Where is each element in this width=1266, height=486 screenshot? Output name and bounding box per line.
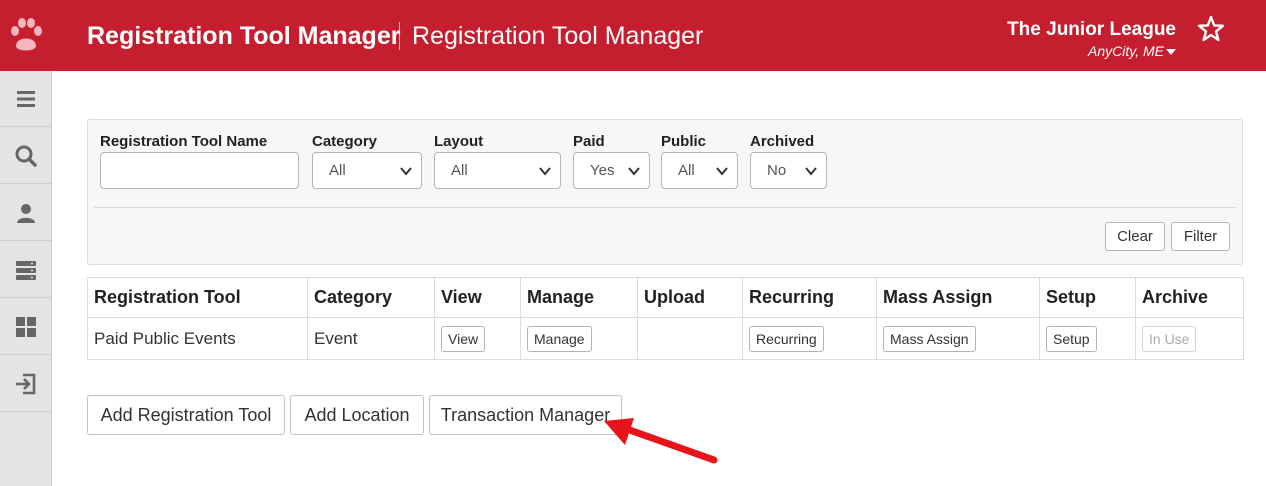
view-button[interactable]: View — [441, 325, 486, 352]
public-label: Public — [661, 133, 707, 150]
filter-button[interactable]: Filter — [1171, 222, 1230, 251]
registration-tool-name-label: Registration Tool Name — [100, 133, 268, 150]
logout-icon — [16, 373, 36, 394]
archive-cell: In Use — [1135, 317, 1244, 360]
hamburger-icon — [17, 90, 35, 107]
chevron-down-icon — [400, 167, 412, 176]
filter-divider — [94, 207, 1236, 208]
category-select-value: All — [329, 162, 346, 179]
column-header: Recurring — [742, 277, 877, 318]
sidebar-item-menu[interactable] — [0, 71, 52, 127]
public-select[interactable]: All — [661, 152, 738, 189]
category-cell: Event — [307, 317, 435, 360]
view-cell: View — [434, 317, 521, 360]
mass-assign-cell: Mass Assign — [876, 317, 1040, 360]
caret-down-icon — [1166, 49, 1176, 56]
upload-cell — [637, 317, 743, 360]
column-header: Manage — [520, 277, 638, 318]
chevron-down-icon — [628, 167, 640, 176]
column-header: Setup — [1039, 277, 1136, 318]
registration-tool-name-input[interactable] — [100, 152, 299, 189]
add-location-button[interactable]: Add Location — [290, 395, 424, 435]
category-label: Category — [312, 133, 378, 150]
archived-select-value: No — [767, 162, 787, 179]
setup-cell: Setup — [1039, 317, 1136, 360]
grid-icon — [16, 316, 36, 337]
star-icon[interactable] — [1197, 15, 1225, 43]
user-icon — [17, 203, 35, 223]
clear-button[interactable]: Clear — [1105, 222, 1165, 251]
column-header: Registration Tool — [87, 277, 308, 318]
sidebar — [0, 71, 52, 486]
sidebar-item-server[interactable] — [0, 242, 52, 298]
table-header-row: Registration Tool Category View Manage U… — [87, 277, 1244, 318]
manage-cell: Manage — [520, 317, 638, 360]
organization-city-dropdown[interactable]: AnyCity, ME — [1088, 43, 1176, 59]
setup-button[interactable]: Setup — [1046, 325, 1097, 352]
add-registration-tool-button[interactable]: Add Registration Tool — [87, 395, 285, 435]
registration-tools-table: Registration Tool Category View Manage U… — [87, 277, 1244, 360]
sidebar-item-logout[interactable] — [0, 356, 52, 412]
public-select-value: All — [678, 162, 695, 179]
recurring-cell: Recurring — [742, 317, 877, 360]
layout-select[interactable]: All — [434, 152, 561, 189]
chevron-down-icon — [805, 167, 817, 176]
manage-button[interactable]: Manage — [527, 325, 592, 352]
page-subtitle: Registration Tool Manager — [412, 22, 704, 50]
column-header: View — [434, 277, 521, 318]
column-header: Archive — [1135, 277, 1244, 318]
paid-select-value: Yes — [590, 162, 615, 179]
tool-name-cell: Paid Public Events — [87, 317, 308, 360]
server-icon — [16, 260, 36, 280]
layout-label: Layout — [434, 133, 484, 150]
recurring-button[interactable]: Recurring — [749, 325, 824, 352]
in-use-button: In Use — [1142, 325, 1197, 352]
column-header: Upload — [637, 277, 743, 318]
top-bar: Registration Tool Manager Registration T… — [0, 0, 1266, 71]
page-title: Registration Tool Manager — [87, 22, 401, 50]
category-select[interactable]: All — [312, 152, 422, 189]
archived-label: Archived — [750, 133, 815, 150]
paid-label: Paid — [573, 133, 605, 150]
organization-city: AnyCity, ME — [1088, 43, 1164, 59]
layout-select-value: All — [451, 162, 468, 179]
table-row: Paid Public Events Event View Manage Rec… — [87, 317, 1244, 360]
filter-panel: Registration Tool Name Category All Layo… — [87, 119, 1243, 265]
sidebar-item-dashboard[interactable] — [0, 299, 52, 355]
archived-select[interactable]: No — [750, 152, 827, 189]
title-divider — [399, 22, 400, 50]
organization-name[interactable]: The Junior League — [1007, 19, 1176, 41]
column-header: Mass Assign — [876, 277, 1040, 318]
chevron-down-icon — [716, 167, 728, 176]
paid-select[interactable]: Yes — [573, 152, 650, 189]
paw-icon[interactable] — [8, 16, 44, 54]
sidebar-item-search[interactable] — [0, 128, 52, 184]
chevron-down-icon — [539, 167, 551, 176]
sidebar-item-profile[interactable] — [0, 185, 52, 241]
search-icon — [15, 145, 37, 167]
column-header: Category — [307, 277, 435, 318]
transaction-manager-button[interactable]: Transaction Manager — [429, 395, 622, 435]
mass-assign-button[interactable]: Mass Assign — [883, 325, 976, 352]
